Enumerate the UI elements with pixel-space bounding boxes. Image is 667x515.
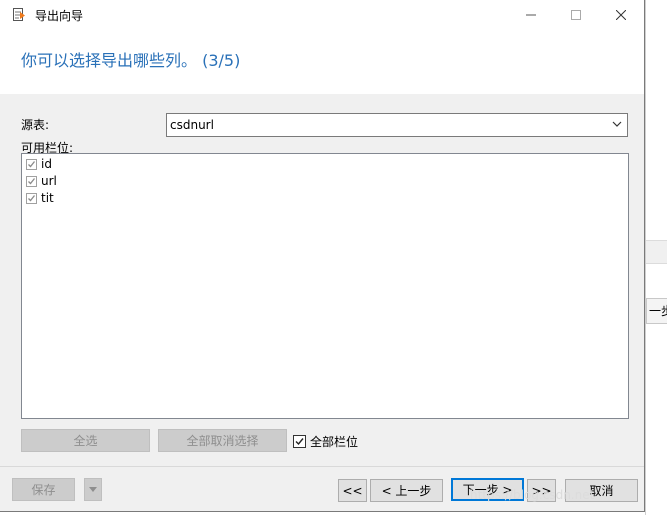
all-columns-checkbox[interactable] <box>293 435 306 448</box>
columns-list[interactable]: id url tit <box>21 153 629 419</box>
export-wizard-icon <box>12 7 28 23</box>
title-bar: 导出向导 <box>0 0 644 30</box>
source-table-label: 源表: <box>21 118 50 132</box>
wizard-step-title: 你可以选择导出哪些列。 (3/5) <box>21 51 241 70</box>
previous-step-button[interactable]: < 上一步 <box>370 479 443 502</box>
list-item[interactable]: id <box>26 156 52 172</box>
maximize-button[interactable] <box>553 0 599 30</box>
deselect-all-button[interactable]: 全部取消选择 <box>158 429 287 452</box>
close-icon <box>616 10 626 20</box>
column-name: id <box>41 157 52 171</box>
column-checkbox-id[interactable] <box>26 158 37 170</box>
background-fragment-right: 一步 <box>646 298 667 324</box>
chevron-down-icon <box>89 486 97 492</box>
column-checkbox-url[interactable] <box>26 175 37 187</box>
column-checkbox-tit[interactable] <box>26 192 37 204</box>
list-item[interactable]: url <box>26 173 57 189</box>
background-window-right: 一步 <box>645 0 667 515</box>
select-all-button[interactable]: 全选 <box>21 429 150 452</box>
all-columns-toggle[interactable]: 全部栏位 <box>293 433 358 450</box>
footer-divider <box>0 466 644 467</box>
all-columns-label: 全部栏位 <box>310 435 359 449</box>
minimize-button[interactable] <box>508 0 554 30</box>
wizard-header: 你可以选择导出哪些列。 (3/5) <box>0 30 644 94</box>
export-wizard-dialog: 导出向导 你可以选择导出哪些列。 (3/5) 源表: csdnurl 可用栏位:… <box>0 0 645 512</box>
first-step-button[interactable]: << <box>338 479 367 502</box>
source-table-value: csdnurl <box>170 118 214 132</box>
background-band <box>646 240 667 264</box>
save-button[interactable]: 保存 <box>12 478 75 501</box>
window-title: 导出向导 <box>35 9 84 23</box>
list-item[interactable]: tit <box>26 190 54 206</box>
source-table-select[interactable]: csdnurl <box>166 113 628 137</box>
watermark: https://blog.csdn.net <box>470 488 595 502</box>
save-dropdown-button[interactable] <box>84 478 102 501</box>
close-button[interactable] <box>598 0 644 30</box>
chevron-down-icon <box>612 121 622 127</box>
column-name: url <box>41 174 57 188</box>
column-name: tit <box>41 191 54 205</box>
